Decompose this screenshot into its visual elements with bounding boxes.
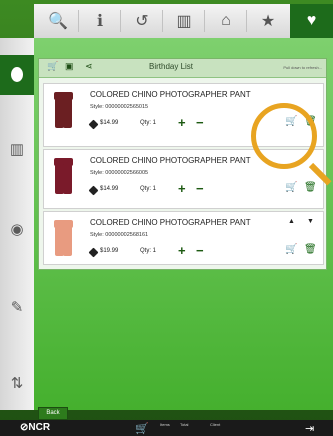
add-to-cart-icon[interactable]: 🛒 [285,244,297,255]
toolbar-divider [204,10,205,32]
spiral-icon[interactable]: ◉ [8,221,26,239]
list-title: Birthday List [149,62,194,71]
toolbar-divider [246,10,247,32]
price-tag-icon [88,247,99,258]
share-icon[interactable]: ⋖ [85,61,93,72]
plus-icon[interactable]: + [178,243,186,258]
product-image [50,90,76,128]
person-icon [11,67,23,82]
plus-icon[interactable]: + [178,115,186,130]
sidebar-item-person[interactable] [0,55,34,95]
left-sidebar: ▥ ◉ ✎ ⇅ [0,38,35,410]
client-label: Client [210,422,221,427]
ncr-logo: ⊘NCR [20,422,51,433]
history-icon[interactable]: ↺ [122,4,162,38]
exit-icon[interactable]: ⇥ [305,422,314,435]
transfer-icon[interactable]: ⇅ [8,375,26,393]
item-price: $14.99 [100,120,119,126]
item-name: COLORED CHINO PHOTOGRAPHER PANT [90,90,251,99]
item-price: $14.99 [100,186,119,192]
minus-icon[interactable]: − [196,115,204,130]
item-qty: Qty: 1 [140,120,157,126]
trash-icon[interactable]: 🗑 [304,244,317,255]
items-label: Items [160,422,170,427]
add-to-cart-icon[interactable]: 🛒 [285,182,297,193]
list-item[interactable]: COLORED CHINO PHOTOGRAPHER PANT Style: 0… [43,211,324,265]
move-down-icon[interactable]: ▼ [307,218,314,225]
cart-summary-icon[interactable]: 🛒 [135,422,149,435]
minus-icon[interactable]: − [196,181,204,196]
card-icon[interactable]: ▣ [65,61,74,72]
hanger-icon[interactable]: ⌂ [206,4,246,38]
back-button[interactable]: Back [38,407,68,420]
magnifier-highlight [251,103,317,169]
toolbar-divider [78,10,79,32]
plus-icon[interactable]: + [178,181,186,196]
trash-icon[interactable]: 🗑 [304,182,317,193]
refresh-hint: Pull down to refresh... [283,65,322,70]
price-tag-icon [88,185,99,196]
item-price: $19.99 [100,248,119,254]
item-qty: Qty: 1 [140,186,157,192]
columns-icon[interactable]: ▥ [8,141,26,159]
info-icon[interactable]: ℹ [80,4,120,38]
cart-icon[interactable]: 🛒 [47,61,58,72]
minus-icon[interactable]: − [196,243,204,258]
item-qty: Qty: 1 [140,248,157,254]
item-name: COLORED CHINO PHOTOGRAPHER PANT [90,218,251,227]
list-toolbar: 🛒 ▣ ⋖ Birthday List Pull down to refresh… [39,59,326,78]
move-up-icon[interactable]: ▲ [288,218,295,225]
total-label: Total [180,422,189,427]
search-icon[interactable]: 🔍 [38,4,78,38]
barcode-icon[interactable]: ▥ [164,4,204,38]
item-style: Style: 00000002568161 [90,232,149,238]
status-footer: ⊘NCR 🛒 Items Total Client ⇥ [0,420,333,436]
heart-icon[interactable]: ♥ [290,4,333,38]
top-toolbar: 🔍 ℹ ↺ ▥ ⌂ ★ ♥ [34,4,333,39]
product-image [50,218,76,256]
product-image [50,156,76,194]
price-tag-icon [88,119,99,130]
toolbar-divider [120,10,121,32]
device-frame: 🔍 ℹ ↺ ▥ ⌂ ★ ♥ ▥ ◉ ✎ ⇅ 🛒 ▣ ⋖ Birthday Lis… [0,0,333,436]
tag-icon[interactable]: ✎ [8,299,26,317]
toolbar-divider [162,10,163,32]
item-name: COLORED CHINO PHOTOGRAPHER PANT [90,156,251,165]
item-style: Style: 00000002565015 [90,104,149,110]
item-style: Style: 00000002566005 [90,170,149,176]
star-icon[interactable]: ★ [248,4,288,38]
